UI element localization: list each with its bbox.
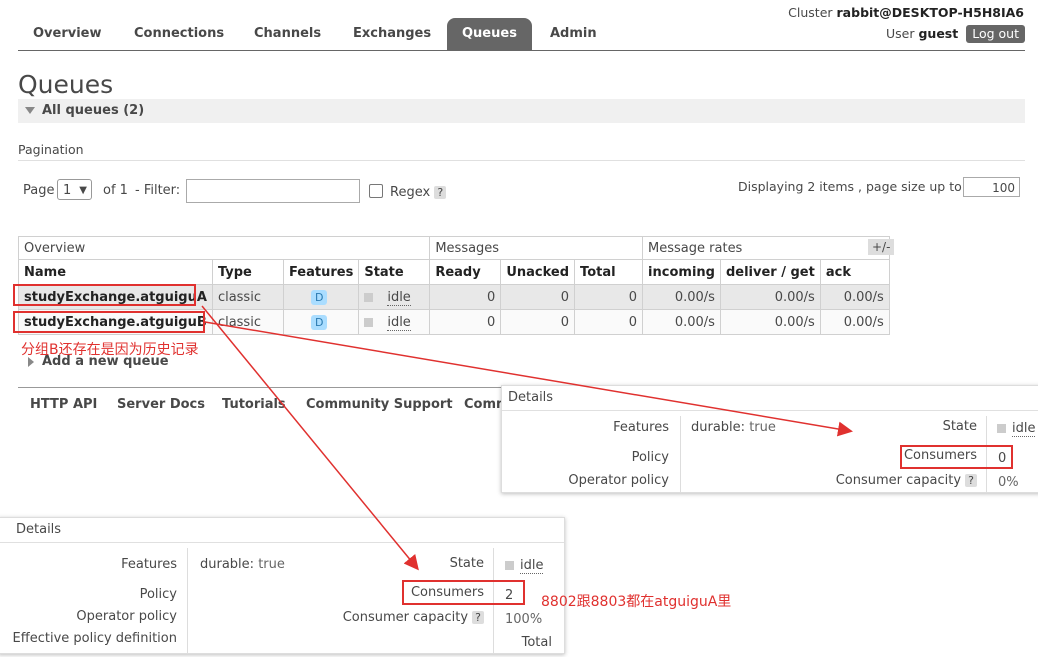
arrow-to-details-a: [201, 305, 419, 571]
annotation-arrows: [201, 305, 853, 571]
arrow-to-details-b: [204, 321, 853, 437]
